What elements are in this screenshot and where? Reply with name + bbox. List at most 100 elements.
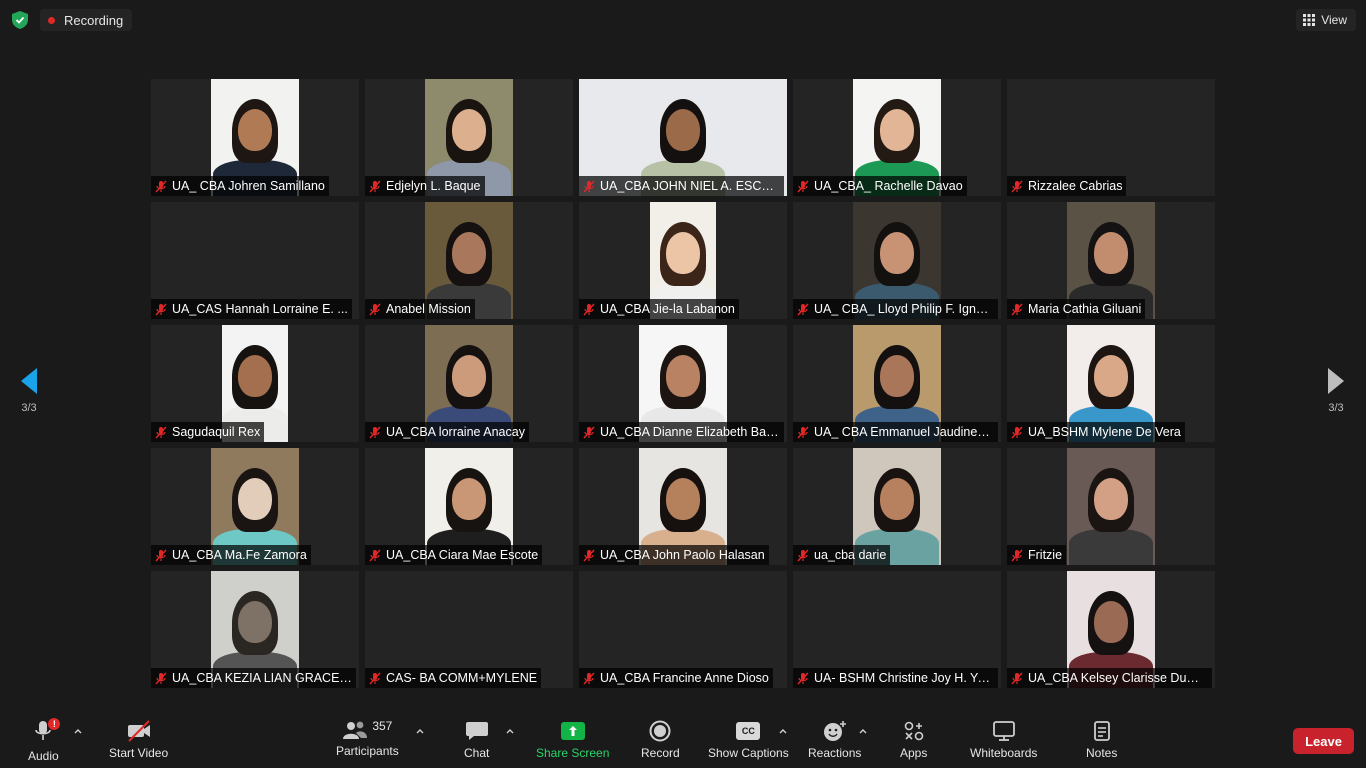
participant-name: UA_CAS Hannah Lorraine E. ... — [172, 302, 348, 316]
participant-name: UA_CBA Dianne Elizabeth Bart... — [600, 425, 780, 439]
view-label: View — [1321, 13, 1347, 27]
participant-name-tag: UA_CBA lorraine Anacay — [365, 422, 529, 442]
participant-tile[interactable]: UA_ CBA_ Lloyd Philip F. Ignacio — [793, 202, 1001, 319]
reactions-button[interactable]: Reactions — [808, 720, 861, 760]
participant-tile[interactable]: Maria Cathia Giluani — [1007, 202, 1215, 319]
participant-name-tag: UA_CBA Dianne Elizabeth Bart... — [579, 422, 784, 442]
participant-tile[interactable]: UA_CBA KEZIA LIAN GRACE E.... — [151, 571, 359, 688]
show-captions-button[interactable]: CC Show Captions — [708, 720, 789, 760]
participant-tile[interactable]: UA_ CBA Emmanuel Jaudines ... — [793, 325, 1001, 442]
notes-button[interactable]: Notes — [1086, 720, 1117, 760]
start-video-button[interactable]: Start Video — [109, 720, 168, 760]
reactions-options-chevron-up-icon[interactable] — [858, 726, 868, 736]
recording-indicator[interactable]: Recording — [40, 9, 133, 31]
participants-button[interactable]: 357 Participants — [336, 719, 399, 758]
muted-microphone-icon — [583, 672, 595, 684]
apps-button[interactable]: Apps — [900, 720, 927, 760]
participant-tile[interactable]: UA_ CBA Johren Samillano — [151, 79, 359, 196]
audio-label: Audio — [28, 749, 59, 763]
participant-tile[interactable]: ua_cba darie — [793, 448, 1001, 565]
show-captions-label: Show Captions — [708, 746, 789, 760]
audio-options-chevron-up-icon[interactable] — [73, 726, 83, 736]
participant-name: Fritzie — [1028, 548, 1063, 562]
participant-tile[interactable]: Rizzalee Cabrias — [1007, 79, 1215, 196]
record-icon — [649, 720, 671, 742]
participant-tile[interactable]: UA_CBA Francine Anne Dioso — [579, 571, 787, 688]
participant-video — [1067, 448, 1155, 565]
muted-microphone-icon — [583, 303, 595, 315]
participant-name-tag: UA_ CBA Johren Samillano — [151, 176, 329, 196]
participant-tile[interactable]: Anabel Mission — [365, 202, 573, 319]
participant-name-tag: UA- BSHM Christine Joy H. Ya... — [793, 668, 998, 688]
chat-label: Chat — [464, 746, 490, 760]
muted-microphone-icon — [583, 549, 595, 561]
participant-tile[interactable]: UA_CBA lorraine Anacay — [365, 325, 573, 442]
muted-microphone-icon — [797, 303, 809, 315]
prev-page-nav[interactable]: 3/3 — [9, 366, 49, 430]
video-off-icon — [127, 720, 150, 742]
audio-button[interactable]: ! Audio — [28, 718, 61, 763]
participant-gallery: UA_ CBA Johren Samillano Edjelyn L. Baque… — [151, 79, 1215, 688]
captions-options-chevron-up-icon[interactable] — [778, 726, 788, 736]
chat-options-chevron-up-icon[interactable] — [505, 726, 515, 736]
muted-microphone-icon — [369, 303, 381, 315]
participant-name-tag: UA_ CBA Emmanuel Jaudines ... — [793, 422, 998, 442]
participant-name-tag: UA_CBA Kelsey Clarisse Dumd... — [1007, 668, 1212, 688]
next-page-nav[interactable]: 3/3 — [1316, 366, 1356, 430]
meeting-toolbar: ! Audio Start Video 357 Participants Cha… — [0, 712, 1366, 768]
participant-name: Maria Cathia Giluani — [1028, 302, 1142, 316]
participant-tile[interactable]: Sagudaquil Rex — [151, 325, 359, 442]
participant-tile[interactable]: UA_CBA Jie-la Labanon — [579, 202, 787, 319]
top-bar: Recording View — [0, 0, 1366, 40]
apps-icon — [904, 721, 923, 741]
leave-button[interactable]: Leave — [1293, 728, 1354, 754]
muted-microphone-icon — [155, 180, 167, 192]
participant-tile[interactable]: UA_CBA Dianne Elizabeth Bart... — [579, 325, 787, 442]
participant-tile[interactable]: UA_BSHM Mylene De Vera — [1007, 325, 1215, 442]
participant-name-tag: Edjelyn L. Baque — [365, 176, 485, 196]
participant-tile[interactable]: UA_CBA Ciara Mae Escote — [365, 448, 573, 565]
participant-tile[interactable]: Edjelyn L. Baque — [365, 79, 573, 196]
participant-name-tag: UA_CBA Francine Anne Dioso — [579, 668, 773, 688]
muted-microphone-icon — [369, 180, 381, 192]
participant-name: Edjelyn L. Baque — [386, 179, 481, 193]
participant-name: UA_CBA lorraine Anacay — [386, 425, 525, 439]
muted-microphone-icon — [797, 426, 809, 438]
participant-name-tag: UA_ CBA_ Lloyd Philip F. Ignacio — [793, 299, 998, 319]
muted-microphone-icon — [155, 672, 167, 684]
participant-name: UA_ CBA Johren Samillano — [172, 179, 325, 193]
participant-name: UA_CBA KEZIA LIAN GRACE E.... — [172, 671, 352, 685]
participant-tile[interactable]: Fritzie — [1007, 448, 1215, 565]
participant-name: UA_CBA Ciara Mae Escote — [386, 548, 539, 562]
participant-tile[interactable]: UA_CBA Ma.Fe Zamora — [151, 448, 359, 565]
participant-tile[interactable]: UA_CBA JOHN NIEL A. ESCOT... — [579, 79, 787, 196]
audio-warning-badge: ! — [48, 718, 61, 730]
participants-options-chevron-up-icon[interactable] — [415, 726, 425, 736]
participant-tile[interactable]: UA- BSHM Christine Joy H. Ya... — [793, 571, 1001, 688]
notes-icon — [1093, 721, 1110, 741]
arrow-right-icon[interactable] — [1326, 366, 1346, 396]
participant-tile[interactable]: UA_CBA John Paolo Halasan — [579, 448, 787, 565]
participant-name-tag: UA_BSHM Mylene De Vera — [1007, 422, 1185, 442]
participant-tile[interactable]: UA_CBA_ Rachelle Davao — [793, 79, 1001, 196]
participant-name: UA_ CBA Emmanuel Jaudines ... — [814, 425, 994, 439]
participant-name-tag: UA_CBA JOHN NIEL A. ESCOT... — [579, 176, 784, 196]
whiteboard-icon — [992, 721, 1015, 741]
participant-tile[interactable]: CAS- BA COMM+MYLENE — [365, 571, 573, 688]
participant-name-tag: UA_CBA_ Rachelle Davao — [793, 176, 967, 196]
participant-name-tag: Maria Cathia Giluani — [1007, 299, 1146, 319]
chat-button[interactable]: Chat — [464, 720, 489, 760]
recording-dot-icon — [48, 16, 55, 24]
arrow-left-icon[interactable] — [19, 366, 39, 396]
participant-tile[interactable]: UA_CBA Kelsey Clarisse Dumd... — [1007, 571, 1215, 688]
record-button[interactable]: Record — [641, 720, 680, 760]
share-screen-icon — [560, 722, 585, 740]
muted-microphone-icon — [797, 180, 809, 192]
shield-check-icon[interactable] — [12, 11, 28, 29]
participant-name-tag: CAS- BA COMM+MYLENE — [365, 668, 542, 688]
participant-tile[interactable]: UA_CAS Hannah Lorraine E. ... — [151, 202, 359, 319]
record-label: Record — [641, 746, 680, 760]
share-screen-button[interactable]: Share Screen — [536, 720, 609, 760]
whiteboards-button[interactable]: Whiteboards — [970, 720, 1037, 760]
view-button[interactable]: View — [1296, 9, 1356, 31]
